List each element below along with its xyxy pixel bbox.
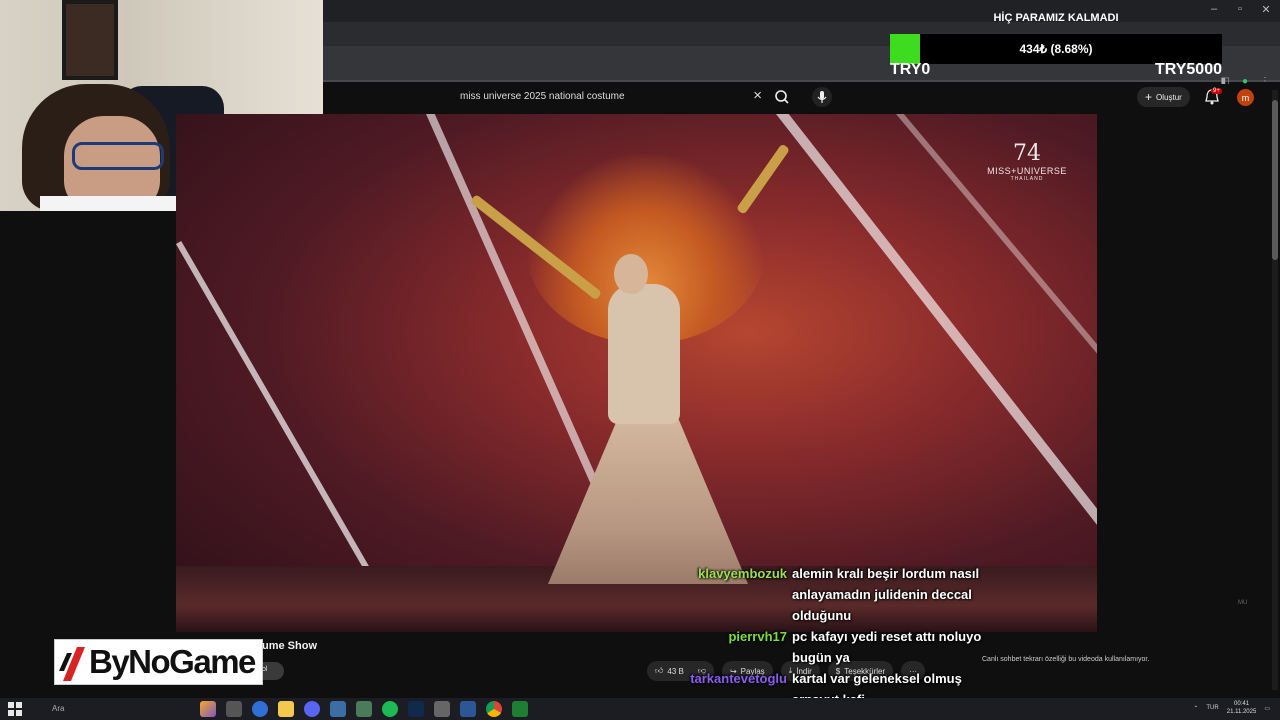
scroll-thumb[interactable] <box>1272 100 1278 260</box>
maximize-button[interactable]: ▫ <box>1234 3 1246 16</box>
goal-progress-bar: 434₺ (8.68%) <box>890 34 1222 64</box>
app-icon[interactable] <box>330 701 346 717</box>
clock-time: 00:41 <box>1234 701 1250 707</box>
mic-icon[interactable] <box>812 87 832 107</box>
chat-message-line: olduğunu <box>792 608 852 623</box>
logo-text: MISS+UNIVERSE <box>987 166 1067 176</box>
explorer-icon[interactable] <box>278 701 294 717</box>
taskbar: Ara ⌃ TUR 00:41 21.11.2025 ▭ <box>0 698 1280 720</box>
app-icon[interactable] <box>460 701 476 717</box>
chat-message-line: anlayamadın julidenin deccal <box>792 587 972 602</box>
search-input[interactable]: miss universe 2025 national costume <box>460 91 625 102</box>
photoshop-icon[interactable] <box>408 701 424 717</box>
app-icon[interactable] <box>356 701 372 717</box>
language-indicator[interactable]: TUR <box>1206 705 1218 711</box>
guitar-prop <box>736 143 791 215</box>
chat-overlay: klavyembozuk alemin kralı beşir lordum na… <box>0 564 1280 714</box>
task-view-icon[interactable] <box>226 701 242 717</box>
light-beam <box>776 114 1097 632</box>
search-box[interactable]: miss universe 2025 national costume × <box>448 86 768 108</box>
taskbar-apps <box>200 701 528 717</box>
goal-min-label: TRY0 <box>890 61 931 78</box>
spotify-icon[interactable] <box>382 701 398 717</box>
chat-message-line: bugün ya <box>792 650 850 665</box>
performer-head <box>614 254 648 294</box>
system-tray: ⌃ TUR 00:41 21.11.2025 ▭ <box>1193 700 1270 716</box>
copilot-icon[interactable] <box>200 701 216 717</box>
chat-message-line: alemin kralı beşir lordum nasıl <box>792 566 980 581</box>
screen: – ▫ ✕ ◧ ● ⋮ miss universe 2025 national … <box>0 0 1280 720</box>
chat-username: klavyembozuk <box>698 566 787 581</box>
glasses <box>72 142 164 170</box>
plus-icon: + <box>1145 90 1153 104</box>
discord-icon[interactable] <box>304 701 320 717</box>
goal-amount: 434₺ (8.68%) <box>1019 42 1093 56</box>
donation-goal: HİÇ PARAMIZ KALMADI 434₺ (8.68%) TRY0 TR… <box>888 8 1224 80</box>
notification-center-icon[interactable]: ▭ <box>1264 705 1270 712</box>
tray-chevron-icon[interactable]: ⌃ <box>1193 705 1198 712</box>
notification-badge: 9+ <box>1211 88 1222 94</box>
search-icon[interactable] <box>772 88 792 106</box>
create-label: Oluştur <box>1156 92 1182 102</box>
clear-search-icon[interactable]: × <box>753 87 762 104</box>
avatar[interactable]: m <box>1237 89 1254 106</box>
chat-username: pierrvh17 <box>728 629 787 644</box>
logo-number: 74 <box>1013 141 1041 166</box>
performer-body <box>608 284 680 424</box>
close-window-button[interactable]: ✕ <box>1260 3 1272 16</box>
chrome-icon[interactable] <box>486 701 502 717</box>
goal-max-label: TRY5000 <box>1155 61 1222 78</box>
miss-universe-logo: 74 MISS+UNIVERSE THAILAND <box>982 141 1072 183</box>
clock[interactable]: 00:41 21.11.2025 <box>1227 700 1257 716</box>
wall-picture <box>62 0 118 80</box>
taskbar-search[interactable]: Ara <box>30 701 190 717</box>
app-icon[interactable] <box>512 701 528 717</box>
video-player[interactable]: 74 MISS+UNIVERSE THAILAND <box>176 114 1097 632</box>
edge-icon[interactable] <box>252 701 268 717</box>
create-button[interactable]: + Oluştur <box>1137 87 1190 107</box>
goal-title: HİÇ PARAMIZ KALMADI <box>993 12 1119 24</box>
chat-message-line: kartal var geleneksel olmuş <box>792 671 962 686</box>
taskbar-search-label: Ara <box>52 704 65 713</box>
app-icon[interactable] <box>434 701 450 717</box>
clock-date: 21.11.2025 <box>1226 709 1257 715</box>
logo-subtext: THAILAND <box>1010 176 1044 182</box>
chat-message-line: pc kafayı yedi reset attı noluyo <box>792 629 982 644</box>
chat-username: tarkantevetoglu <box>690 671 787 686</box>
page-scrollbar[interactable] <box>1272 90 1278 690</box>
windows-start-icon[interactable] <box>8 702 22 716</box>
